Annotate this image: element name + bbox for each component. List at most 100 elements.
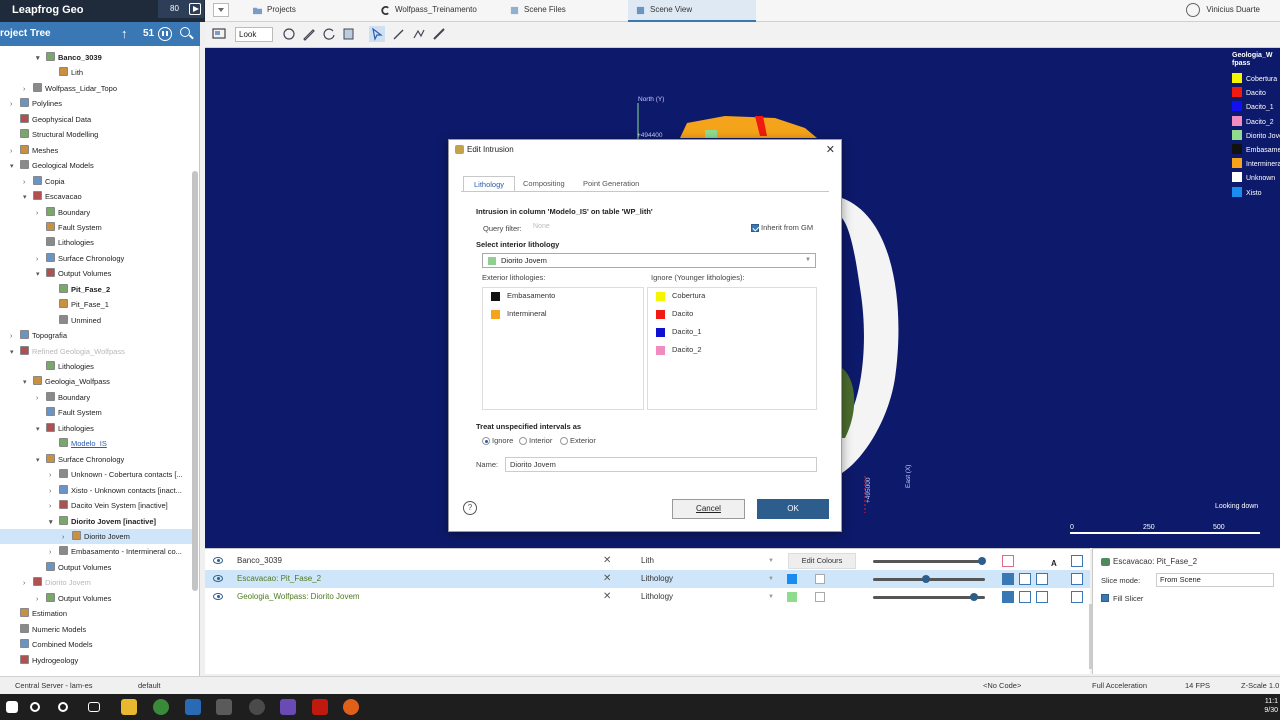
panel-icon[interactable] xyxy=(1071,555,1083,567)
chevron-down-icon[interactable]: ▼ xyxy=(768,570,774,588)
radio-interior[interactable] xyxy=(519,437,527,445)
expand-arrow-icon[interactable]: › xyxy=(23,82,33,97)
colour-column-select[interactable]: Lithology xyxy=(627,588,673,606)
browser-icon[interactable] xyxy=(343,699,359,715)
tab-wolfpass[interactable]: Wolfpass_Treinamento xyxy=(373,0,503,22)
tree-item[interactable]: › Boundary xyxy=(0,205,192,220)
radio-ignore[interactable] xyxy=(482,437,490,445)
opacity-slider[interactable] xyxy=(873,593,985,601)
expand-arrow-icon[interactable]: ▾ xyxy=(36,267,46,282)
box-icon[interactable] xyxy=(341,26,357,42)
colour-column-select[interactable]: Lith xyxy=(627,552,654,570)
expand-arrow-icon[interactable]: › xyxy=(10,97,20,112)
forward-icon[interactable] xyxy=(1036,573,1048,585)
radio-exterior[interactable] xyxy=(560,437,568,445)
tree-item[interactable]: Combined Models xyxy=(0,637,192,652)
tree-item[interactable]: ▾ Surface Chronology xyxy=(0,452,192,467)
header-counter[interactable]: 80 xyxy=(158,0,204,18)
lithology-item[interactable]: Dacito_2 xyxy=(656,343,702,357)
settings-icon[interactable] xyxy=(1071,573,1083,585)
expand-arrow-icon[interactable]: › xyxy=(49,545,59,560)
select-arrow-icon[interactable] xyxy=(369,26,385,42)
expand-arrow-icon[interactable]: › xyxy=(36,592,46,607)
tree-item[interactable]: Unmined xyxy=(0,313,192,328)
remove-icon[interactable]: ✕ xyxy=(603,588,611,606)
opacity-slider[interactable] xyxy=(873,557,986,565)
tree-item[interactable]: Estimation xyxy=(0,606,192,621)
text-icon[interactable]: A xyxy=(1051,555,1063,568)
tree-item[interactable]: › Polylines xyxy=(0,96,192,111)
tree-item[interactable]: › Dacito Vein System [inactive] xyxy=(0,498,192,513)
tab-point-generation[interactable]: Point Generation xyxy=(573,176,649,191)
tree-item[interactable]: Lith xyxy=(0,65,192,80)
inherit-checkbox[interactable] xyxy=(751,224,759,232)
ignore-list[interactable]: Cobertura Dacito Dacito_1 Dacito_2 xyxy=(647,287,817,410)
tree-item[interactable]: Pit_Fase_2 xyxy=(0,282,192,297)
expand-arrow-icon[interactable]: › xyxy=(23,576,33,591)
tab-dropdown-button[interactable] xyxy=(213,3,229,17)
slider-knob[interactable] xyxy=(977,557,986,565)
tab-scene-view[interactable]: Scene View xyxy=(628,0,756,22)
task-view-icon[interactable] xyxy=(88,702,100,712)
expand-arrow-icon[interactable]: › xyxy=(49,468,59,483)
tab-projects[interactable]: Projects xyxy=(245,0,355,22)
eye-icon[interactable] xyxy=(213,575,223,582)
expand-arrow-icon[interactable]: › xyxy=(49,499,59,514)
code-status[interactable]: <No Code> xyxy=(983,677,1021,695)
exterior-list[interactable]: Embasamento Intermineral xyxy=(482,287,644,410)
expand-arrow-icon[interactable]: ▾ xyxy=(36,422,46,437)
pen-icon[interactable] xyxy=(301,26,317,42)
tree-item[interactable]: › Surface Chronology xyxy=(0,251,192,266)
windows-start-icon[interactable] xyxy=(6,701,18,713)
search-taskbar-icon[interactable] xyxy=(30,702,40,712)
tree-item[interactable]: Fault System xyxy=(0,405,192,420)
settings-icon[interactable] xyxy=(1071,591,1083,603)
expand-arrow-icon[interactable]: › xyxy=(62,530,72,545)
step-icon[interactable] xyxy=(1019,591,1031,603)
colour-swatch[interactable] xyxy=(787,592,797,602)
cortana-icon[interactable] xyxy=(58,702,68,712)
tree-scrollbar[interactable] xyxy=(192,171,198,591)
acrobat-icon[interactable] xyxy=(312,699,328,715)
query-filter-value[interactable]: None xyxy=(533,223,550,230)
tree-item[interactable]: ▾ Banco_3039 xyxy=(0,50,192,65)
name-input[interactable]: Diorito Jovem xyxy=(505,457,817,472)
expand-arrow-icon[interactable]: › xyxy=(23,175,33,190)
slider-knob[interactable] xyxy=(970,593,979,601)
tree-item[interactable]: ▾ Output Volumes xyxy=(0,266,192,281)
expand-arrow-icon[interactable]: › xyxy=(10,144,20,159)
tree-item[interactable]: Geophysical Data xyxy=(0,112,192,127)
expand-arrow-icon[interactable]: ▾ xyxy=(23,190,33,205)
tab-scene-files[interactable]: Scene Files xyxy=(502,0,627,22)
expand-arrow-icon[interactable]: ▾ xyxy=(36,453,46,468)
tree-item[interactable]: › Embasamento - Intermineral co... xyxy=(0,544,192,559)
interior-lithology-select[interactable]: Diorito Jovem ▼ xyxy=(482,253,816,268)
expand-arrow-icon[interactable]: ▾ xyxy=(49,515,59,530)
tree-item[interactable]: › Output Volumes xyxy=(0,591,192,606)
tree-item[interactable]: ▾ Geological Models xyxy=(0,158,192,173)
tree-item[interactable]: › Boundary xyxy=(0,390,192,405)
slider-knob[interactable] xyxy=(921,575,930,583)
system-clock[interactable]: 11:1 9/30 xyxy=(1264,697,1278,715)
tree-item[interactable]: › Xisto - Unknown contacts [inact... xyxy=(0,483,192,498)
expand-arrow-icon[interactable]: › xyxy=(10,329,20,344)
tree-item[interactable]: › Meshes xyxy=(0,143,192,158)
secondary-swatch[interactable] xyxy=(815,592,825,602)
tree-item[interactable]: Fault System xyxy=(0,220,192,235)
tree-item[interactable]: ▾ Refined Geologia_Wolfpass xyxy=(0,344,192,359)
cancel-button[interactable]: Cancel xyxy=(672,499,745,519)
tree-item[interactable]: Numeric Models xyxy=(0,622,192,637)
remove-icon[interactable]: ✕ xyxy=(603,570,611,588)
file-explorer-icon[interactable] xyxy=(121,699,137,715)
tree-item[interactable]: Lithologies xyxy=(0,235,192,250)
help-button[interactable]: ? xyxy=(463,501,477,515)
look-dropdown[interactable]: Look xyxy=(235,27,273,42)
play-icon[interactable] xyxy=(189,3,201,15)
eye-icon[interactable] xyxy=(213,593,223,600)
tree-item[interactable]: ▾ Geologia_Wolfpass xyxy=(0,374,192,389)
shown-object-row[interactable]: Banco_3039 ✕ Lith ▼ A xyxy=(205,552,1090,570)
eye-icon[interactable] xyxy=(213,557,223,564)
tree-item[interactable]: › Topografia xyxy=(0,328,192,343)
tree-item[interactable]: › Wolfpass_Lidar_Topo xyxy=(0,81,192,96)
expand-arrow-icon[interactable]: ▾ xyxy=(23,375,33,390)
